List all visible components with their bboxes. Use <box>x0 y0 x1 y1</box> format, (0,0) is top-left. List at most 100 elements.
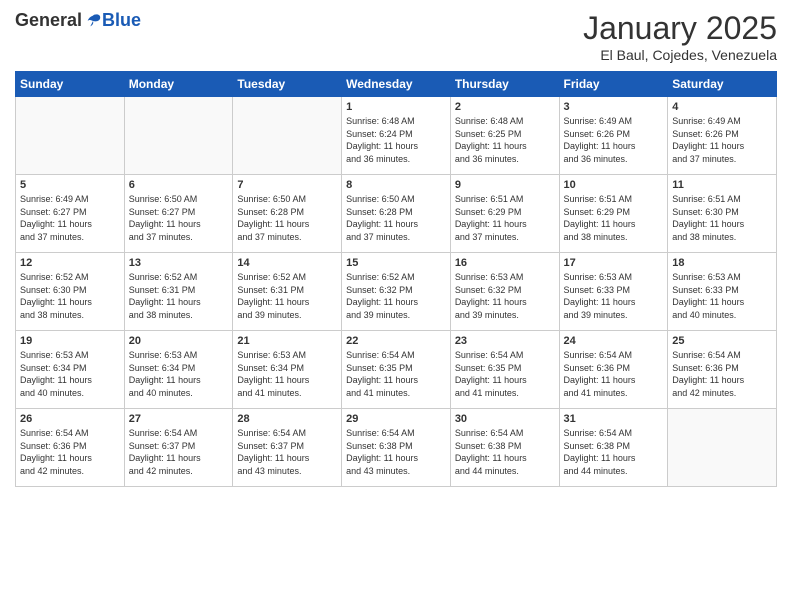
day-number: 2 <box>455 101 555 113</box>
weekday-header: Thursday <box>450 72 559 97</box>
weekday-header: Tuesday <box>233 72 342 97</box>
logo-blue: Blue <box>102 10 141 31</box>
calendar-day-cell: 11 Sunrise: 6:51 AM Sunset: 6:30 PM Dayli… <box>668 175 777 253</box>
day-number: 18 <box>672 257 772 269</box>
calendar-day-cell: 6 Sunrise: 6:50 AM Sunset: 6:27 PM Daylig… <box>124 175 233 253</box>
day-info: Sunrise: 6:54 AM Sunset: 6:38 PM Dayligh… <box>564 427 664 477</box>
day-number: 12 <box>20 257 120 269</box>
day-info: Sunrise: 6:51 AM Sunset: 6:29 PM Dayligh… <box>455 193 555 243</box>
calendar-day-cell <box>668 409 777 487</box>
day-info: Sunrise: 6:53 AM Sunset: 6:33 PM Dayligh… <box>564 271 664 321</box>
day-number: 20 <box>129 335 229 347</box>
calendar-day-cell: 16 Sunrise: 6:53 AM Sunset: 6:32 PM Dayli… <box>450 253 559 331</box>
calendar-week-row: 19 Sunrise: 6:53 AM Sunset: 6:34 PM Dayli… <box>16 331 777 409</box>
day-info: Sunrise: 6:52 AM Sunset: 6:30 PM Dayligh… <box>20 271 120 321</box>
calendar-day-cell: 31 Sunrise: 6:54 AM Sunset: 6:38 PM Dayli… <box>559 409 668 487</box>
day-number: 17 <box>564 257 664 269</box>
day-number: 13 <box>129 257 229 269</box>
day-number: 27 <box>129 413 229 425</box>
calendar-day-cell: 15 Sunrise: 6:52 AM Sunset: 6:32 PM Dayli… <box>342 253 451 331</box>
calendar-week-row: 26 Sunrise: 6:54 AM Sunset: 6:36 PM Dayli… <box>16 409 777 487</box>
day-info: Sunrise: 6:50 AM Sunset: 6:27 PM Dayligh… <box>129 193 229 243</box>
day-info: Sunrise: 6:54 AM Sunset: 6:36 PM Dayligh… <box>672 349 772 399</box>
day-number: 15 <box>346 257 446 269</box>
day-info: Sunrise: 6:54 AM Sunset: 6:38 PM Dayligh… <box>455 427 555 477</box>
calendar-day-cell: 14 Sunrise: 6:52 AM Sunset: 6:31 PM Dayli… <box>233 253 342 331</box>
day-number: 26 <box>20 413 120 425</box>
logo-bird-icon <box>84 12 102 30</box>
logo-text: General Blue <box>15 10 141 31</box>
logo: General Blue <box>15 10 141 31</box>
day-info: Sunrise: 6:49 AM Sunset: 6:26 PM Dayligh… <box>672 115 772 165</box>
day-number: 6 <box>129 179 229 191</box>
day-info: Sunrise: 6:52 AM Sunset: 6:31 PM Dayligh… <box>129 271 229 321</box>
day-number: 8 <box>346 179 446 191</box>
calendar-week-row: 12 Sunrise: 6:52 AM Sunset: 6:30 PM Dayli… <box>16 253 777 331</box>
calendar-day-cell: 23 Sunrise: 6:54 AM Sunset: 6:35 PM Dayli… <box>450 331 559 409</box>
day-info: Sunrise: 6:50 AM Sunset: 6:28 PM Dayligh… <box>346 193 446 243</box>
calendar-day-cell: 24Sunrise: 6:54 AM Sunset: 6:36 PM Dayli… <box>559 331 668 409</box>
day-info: Sunrise: 6:48 AM Sunset: 6:24 PM Dayligh… <box>346 115 446 165</box>
calendar-day-cell: 20 Sunrise: 6:53 AM Sunset: 6:34 PM Dayli… <box>124 331 233 409</box>
day-number: 3 <box>564 101 664 113</box>
calendar-day-cell: 7 Sunrise: 6:50 AM Sunset: 6:28 PM Daylig… <box>233 175 342 253</box>
calendar-day-cell: 4 Sunrise: 6:49 AM Sunset: 6:26 PM Daylig… <box>668 97 777 175</box>
day-number: 7 <box>237 179 337 191</box>
calendar-subtitle: El Baul, Cojedes, Venezuela <box>583 47 777 63</box>
calendar-week-row: 1 Sunrise: 6:48 AM Sunset: 6:24 PM Daylig… <box>16 97 777 175</box>
day-number: 16 <box>455 257 555 269</box>
day-info: Sunrise: 6:53 AM Sunset: 6:34 PM Dayligh… <box>129 349 229 399</box>
day-number: 31 <box>564 413 664 425</box>
calendar-day-cell: 5Sunrise: 6:49 AM Sunset: 6:27 PM Daylig… <box>16 175 125 253</box>
day-info: Sunrise: 6:49 AM Sunset: 6:27 PM Dayligh… <box>20 193 120 243</box>
day-number: 14 <box>237 257 337 269</box>
calendar-day-cell: 21Sunrise: 6:53 AM Sunset: 6:34 PM Dayli… <box>233 331 342 409</box>
calendar-table: SundayMondayTuesdayWednesdayThursdayFrid… <box>15 71 777 487</box>
day-number: 10 <box>564 179 664 191</box>
day-number: 11 <box>672 179 772 191</box>
weekday-header: Friday <box>559 72 668 97</box>
day-info: Sunrise: 6:54 AM Sunset: 6:35 PM Dayligh… <box>455 349 555 399</box>
header: General Blue January 2025 El Baul, Cojed… <box>15 10 777 63</box>
day-info: Sunrise: 6:50 AM Sunset: 6:28 PM Dayligh… <box>237 193 337 243</box>
weekday-header: Monday <box>124 72 233 97</box>
calendar-day-cell: 17 Sunrise: 6:53 AM Sunset: 6:33 PM Dayli… <box>559 253 668 331</box>
calendar-day-cell: 19Sunrise: 6:53 AM Sunset: 6:34 PM Dayli… <box>16 331 125 409</box>
calendar-day-cell <box>233 97 342 175</box>
day-info: Sunrise: 6:49 AM Sunset: 6:26 PM Dayligh… <box>564 115 664 165</box>
calendar-day-cell: 10 Sunrise: 6:51 AM Sunset: 6:29 PM Dayli… <box>559 175 668 253</box>
weekday-header: Saturday <box>668 72 777 97</box>
day-info: Sunrise: 6:52 AM Sunset: 6:32 PM Dayligh… <box>346 271 446 321</box>
day-number: 1 <box>346 101 446 113</box>
logo-general: General <box>15 10 82 31</box>
calendar-day-cell: 2 Sunrise: 6:48 AM Sunset: 6:25 PM Daylig… <box>450 97 559 175</box>
calendar-day-cell: 9 Sunrise: 6:51 AM Sunset: 6:29 PM Daylig… <box>450 175 559 253</box>
calendar-day-cell: 8 Sunrise: 6:50 AM Sunset: 6:28 PM Daylig… <box>342 175 451 253</box>
calendar-day-cell: 28 Sunrise: 6:54 AM Sunset: 6:37 PM Dayli… <box>233 409 342 487</box>
day-info: Sunrise: 6:51 AM Sunset: 6:29 PM Dayligh… <box>564 193 664 243</box>
day-info: Sunrise: 6:54 AM Sunset: 6:37 PM Dayligh… <box>237 427 337 477</box>
day-info: Sunrise: 6:54 AM Sunset: 6:36 PM Dayligh… <box>564 349 664 399</box>
day-info: Sunrise: 6:48 AM Sunset: 6:25 PM Dayligh… <box>455 115 555 165</box>
day-number: 4 <box>672 101 772 113</box>
day-number: 9 <box>455 179 555 191</box>
weekday-header: Sunday <box>16 72 125 97</box>
day-info: Sunrise: 6:52 AM Sunset: 6:31 PM Dayligh… <box>237 271 337 321</box>
calendar-day-cell: 13 Sunrise: 6:52 AM Sunset: 6:31 PM Dayli… <box>124 253 233 331</box>
calendar-day-cell <box>16 97 125 175</box>
weekday-header-row: SundayMondayTuesdayWednesdayThursdayFrid… <box>16 72 777 97</box>
day-info: Sunrise: 6:54 AM Sunset: 6:36 PM Dayligh… <box>20 427 120 477</box>
page: General Blue January 2025 El Baul, Cojed… <box>0 0 792 612</box>
day-number: 19 <box>20 335 120 347</box>
day-info: Sunrise: 6:54 AM Sunset: 6:37 PM Dayligh… <box>129 427 229 477</box>
day-info: Sunrise: 6:51 AM Sunset: 6:30 PM Dayligh… <box>672 193 772 243</box>
title-section: January 2025 El Baul, Cojedes, Venezuela <box>583 10 777 63</box>
calendar-day-cell: 26 Sunrise: 6:54 AM Sunset: 6:36 PM Dayli… <box>16 409 125 487</box>
calendar-day-cell: 27 Sunrise: 6:54 AM Sunset: 6:37 PM Dayli… <box>124 409 233 487</box>
day-info: Sunrise: 6:53 AM Sunset: 6:34 PM Dayligh… <box>237 349 337 399</box>
day-number: 30 <box>455 413 555 425</box>
calendar-day-cell: 30 Sunrise: 6:54 AM Sunset: 6:38 PM Dayli… <box>450 409 559 487</box>
day-info: Sunrise: 6:53 AM Sunset: 6:32 PM Dayligh… <box>455 271 555 321</box>
day-number: 23 <box>455 335 555 347</box>
day-number: 28 <box>237 413 337 425</box>
